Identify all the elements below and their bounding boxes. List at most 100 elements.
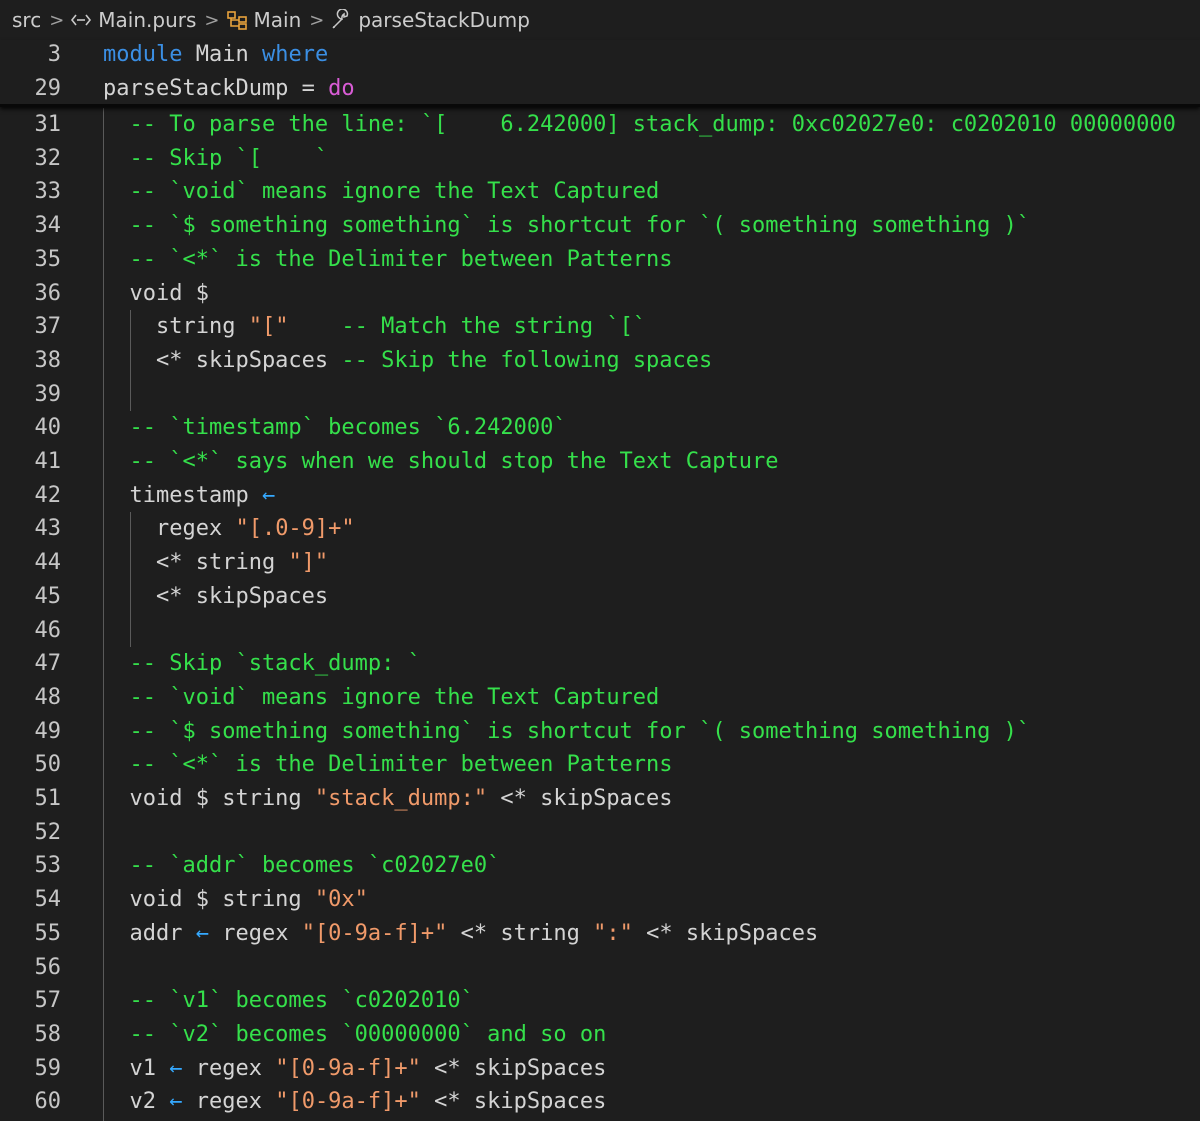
code-line[interactable]: 47 -- Skip `stack_dump: ` (0, 647, 1200, 681)
code-comment: -- `void` means ignore the Text Captured (103, 179, 660, 204)
code-line[interactable]: 48 -- `void` means ignore the Text Captu… (0, 681, 1200, 715)
sticky-scroll-shadow (0, 104, 1200, 107)
line-number: 33 (34, 179, 62, 204)
code-token: <* skipSpaces (420, 1056, 607, 1081)
wrench-icon (330, 9, 352, 31)
code-text: -- `timestamp` becomes `6.242000` (103, 411, 567, 445)
code-line[interactable]: 37 string "[" -- Match the string `[` (0, 310, 1200, 344)
code-line[interactable]: 35 -- `<*` is the Delimiter between Patt… (0, 243, 1200, 277)
module-icon (226, 10, 248, 30)
breadcrumb: src > Main.purs > Main > parseStackDump (0, 0, 1200, 40)
line-number: 46 (34, 618, 62, 643)
line-number: 52 (34, 820, 62, 845)
code-line[interactable]: 57 -- `v1` becomes `c0202010` (0, 984, 1200, 1018)
code-line[interactable]: 32 -- Skip `[ ` (0, 142, 1200, 176)
code-token: void $ (103, 281, 209, 306)
code-editor[interactable]: 31 -- To parse the line: `[ 6.242000] st… (0, 108, 1200, 1121)
code-line[interactable]: 31 -- To parse the line: `[ 6.242000] st… (0, 108, 1200, 142)
code-line[interactable]: 40 -- `timestamp` becomes `6.242000` (0, 411, 1200, 445)
code-line[interactable]: 36 void $ (0, 277, 1200, 311)
code-text: timestamp ← (103, 479, 275, 513)
code-line[interactable]: 46 (0, 614, 1200, 648)
code-text: -- `<*` is the Delimiter between Pattern… (103, 243, 672, 277)
bind-arrow: ← (169, 1089, 183, 1114)
code-string: "stack_dump:" (314, 786, 488, 811)
code-token: <* skipSpaces (103, 348, 342, 373)
code-token: regex (182, 1056, 276, 1081)
sticky-scroll-header[interactable]: 3 module Main where 29 parseStackDump = do (0, 40, 1200, 106)
chevron-right-icon: > (309, 9, 325, 31)
bind-arrow: ← (195, 921, 209, 946)
code-text: void $ string "0x" (103, 883, 368, 917)
code-line[interactable]: 34 -- `$ something something` is shortcu… (0, 209, 1200, 243)
code-text: <* skipSpaces (103, 580, 328, 614)
code-token: void $ string (103, 887, 315, 912)
code-line[interactable]: 45 <* skipSpaces (0, 580, 1200, 614)
code-line[interactable]: 39 (0, 378, 1200, 412)
breadcrumb-item-function[interactable]: parseStackDump (358, 8, 530, 32)
code-comment: -- `addr` becomes `c02027e0` (103, 853, 501, 878)
code-text: -- `void` means ignore the Text Captured (103, 175, 659, 209)
code-line[interactable]: 59 v1 ← regex "[0-9a-f]+" <* skipSpaces (0, 1052, 1200, 1086)
code-comment: -- Skip `[ ` (103, 146, 329, 171)
code-keyword: module (103, 42, 183, 67)
code-line[interactable]: 42 timestamp ← (0, 479, 1200, 513)
code-text: -- `void` means ignore the Text Captured (103, 681, 659, 715)
code-string: "0x" (314, 887, 368, 912)
code-line[interactable]: 52 (0, 816, 1200, 850)
line-number: 60 (34, 1089, 62, 1114)
code-token: regex (182, 1089, 276, 1114)
indent-guide (130, 512, 131, 647)
breadcrumb-item-module[interactable]: Main (254, 8, 302, 32)
code-text: module Main where (103, 38, 328, 72)
line-number: 39 (34, 382, 62, 407)
bind-arrow: ← (261, 483, 276, 508)
code-line[interactable]: 44 <* string "]" (0, 546, 1200, 580)
code-line[interactable]: 41 -- `<*` says when we should stop the … (0, 445, 1200, 479)
code-token: <* string (447, 921, 594, 946)
code-line[interactable]: 58 -- `v2` becomes `00000000` and so on (0, 1018, 1200, 1052)
code-line[interactable]: 49 -- `$ something something` is shortcu… (0, 715, 1200, 749)
code-token: addr (103, 921, 196, 946)
line-number: 43 (34, 516, 62, 541)
line-number: 58 (34, 1022, 62, 1047)
code-text: -- `v1` becomes `c0202010` (103, 984, 473, 1018)
line-number: 51 (34, 786, 62, 811)
code-token: <* skipSpaces (420, 1089, 607, 1114)
code-token: Main (182, 42, 262, 67)
code-line[interactable]: 56 (0, 951, 1200, 985)
code-text: -- Skip `[ ` (103, 142, 328, 176)
code-line[interactable]: 38 <* skipSpaces -- Skip the following s… (0, 344, 1200, 378)
code-token: string (103, 314, 249, 339)
code-token: <* skipSpaces (487, 786, 673, 811)
code-line[interactable]: 60 v2 ← regex "[0-9a-f]+" <* skipSpaces (0, 1085, 1200, 1119)
code-line[interactable]: 55 addr ← regex "[0-9a-f]+" <* string ":… (0, 917, 1200, 951)
code-line[interactable]: 43 regex "[.0-9]+" (0, 512, 1200, 546)
code-line[interactable]: 50 -- `<*` is the Delimiter between Patt… (0, 748, 1200, 782)
code-line[interactable]: 33 -- `void` means ignore the Text Captu… (0, 175, 1200, 209)
code-comment: -- `timestamp` becomes `6.242000` (103, 415, 567, 440)
bind-arrow: ← (169, 1056, 183, 1081)
code-text: v1 ← regex "[0-9a-f]+" <* skipSpaces (103, 1052, 606, 1086)
code-line[interactable]: 3 module Main where (0, 38, 1200, 72)
line-number: 40 (34, 415, 62, 440)
line-number: 34 (34, 213, 62, 238)
indent-guide (103, 108, 104, 1121)
code-token: <* skipSpaces (632, 921, 819, 946)
code-keyword: do (328, 76, 355, 101)
code-line[interactable]: 54 void $ string "0x" (0, 883, 1200, 917)
line-number: 36 (34, 281, 62, 306)
code-text: -- `$ something something` is shortcut f… (103, 715, 1030, 749)
breadcrumb-item-file[interactable]: Main.purs (98, 8, 196, 32)
line-number: 44 (34, 550, 62, 575)
line-number: 41 (34, 449, 62, 474)
code-string: "[" (248, 314, 289, 339)
breadcrumb-item-src[interactable]: src (12, 8, 41, 32)
code-line[interactable]: 29 parseStackDump = do (0, 72, 1200, 106)
code-text: <* string "]" (103, 546, 328, 580)
code-line[interactable]: 51 void $ string "stack_dump:" <* skipSp… (0, 782, 1200, 816)
line-number: 38 (34, 348, 62, 373)
code-string: ":" (593, 921, 633, 946)
line-number: 35 (34, 247, 62, 272)
code-line[interactable]: 53 -- `addr` becomes `c02027e0` (0, 849, 1200, 883)
